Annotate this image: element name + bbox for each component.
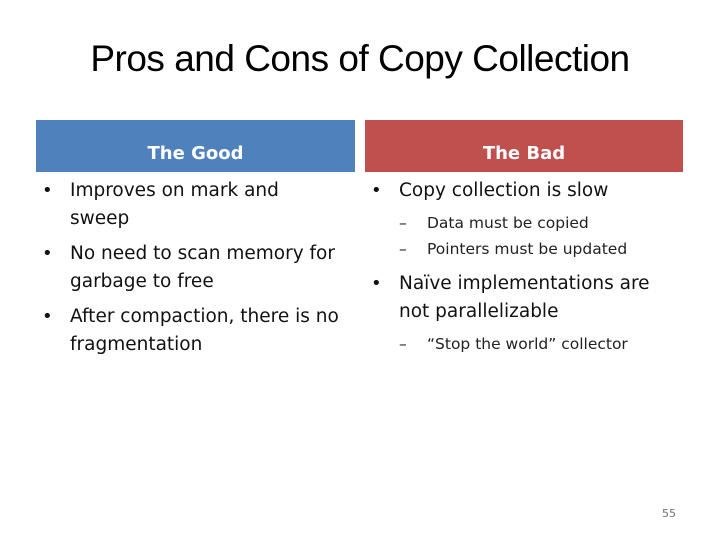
dash-icon: – bbox=[399, 214, 407, 232]
bullet-icon: • bbox=[371, 180, 382, 201]
bullet-icon: • bbox=[42, 243, 53, 264]
page-number: 55 bbox=[662, 507, 676, 520]
bad-bullet-list: • Copy collection is slow – Data must be… bbox=[369, 177, 669, 357]
bullet-text: Copy collection is slow bbox=[399, 180, 609, 201]
bad-header-label: The Bad bbox=[482, 143, 566, 164]
sub-bullet-text: “Stop the world” collector bbox=[427, 335, 628, 353]
bullet-text: Naïve implementations are not paralleliz… bbox=[399, 273, 650, 322]
bullet-icon: • bbox=[371, 273, 382, 294]
bad-column-header: The Bad bbox=[365, 120, 683, 172]
sub-bullet-text: Pointers must be updated bbox=[427, 240, 628, 258]
sub-bullet-text: Data must be copied bbox=[427, 214, 589, 232]
good-header-label: The Good bbox=[147, 143, 244, 164]
bullet-icon: • bbox=[42, 180, 53, 201]
bullet-text: No need to scan memory for garbage to fr… bbox=[70, 243, 335, 292]
dash-icon: – bbox=[399, 335, 407, 353]
sub-list-item: – Data must be copied bbox=[369, 210, 669, 236]
sub-list-item: – Pointers must be updated bbox=[369, 236, 669, 262]
list-item: • Copy collection is slow bbox=[369, 177, 669, 205]
sub-list-item: – “Stop the world” collector bbox=[369, 331, 669, 357]
list-item: • No need to scan memory for garbage to … bbox=[40, 240, 340, 296]
list-item: • Improves on mark and sweep bbox=[40, 177, 340, 233]
list-item: • Naïve implementations are not parallel… bbox=[369, 270, 669, 326]
slide-title: Pros and Cons of Copy Collection bbox=[90, 38, 630, 79]
bullet-text: After compaction, there is no fragmentat… bbox=[70, 306, 339, 355]
dash-icon: – bbox=[399, 240, 407, 258]
list-item: • After compaction, there is no fragment… bbox=[40, 303, 340, 359]
good-bullet-list: • Improves on mark and sweep • No need t… bbox=[40, 177, 340, 366]
good-column-header: The Good bbox=[36, 120, 355, 172]
bullet-text: Improves on mark and sweep bbox=[70, 180, 279, 229]
bullet-icon: • bbox=[42, 306, 53, 327]
